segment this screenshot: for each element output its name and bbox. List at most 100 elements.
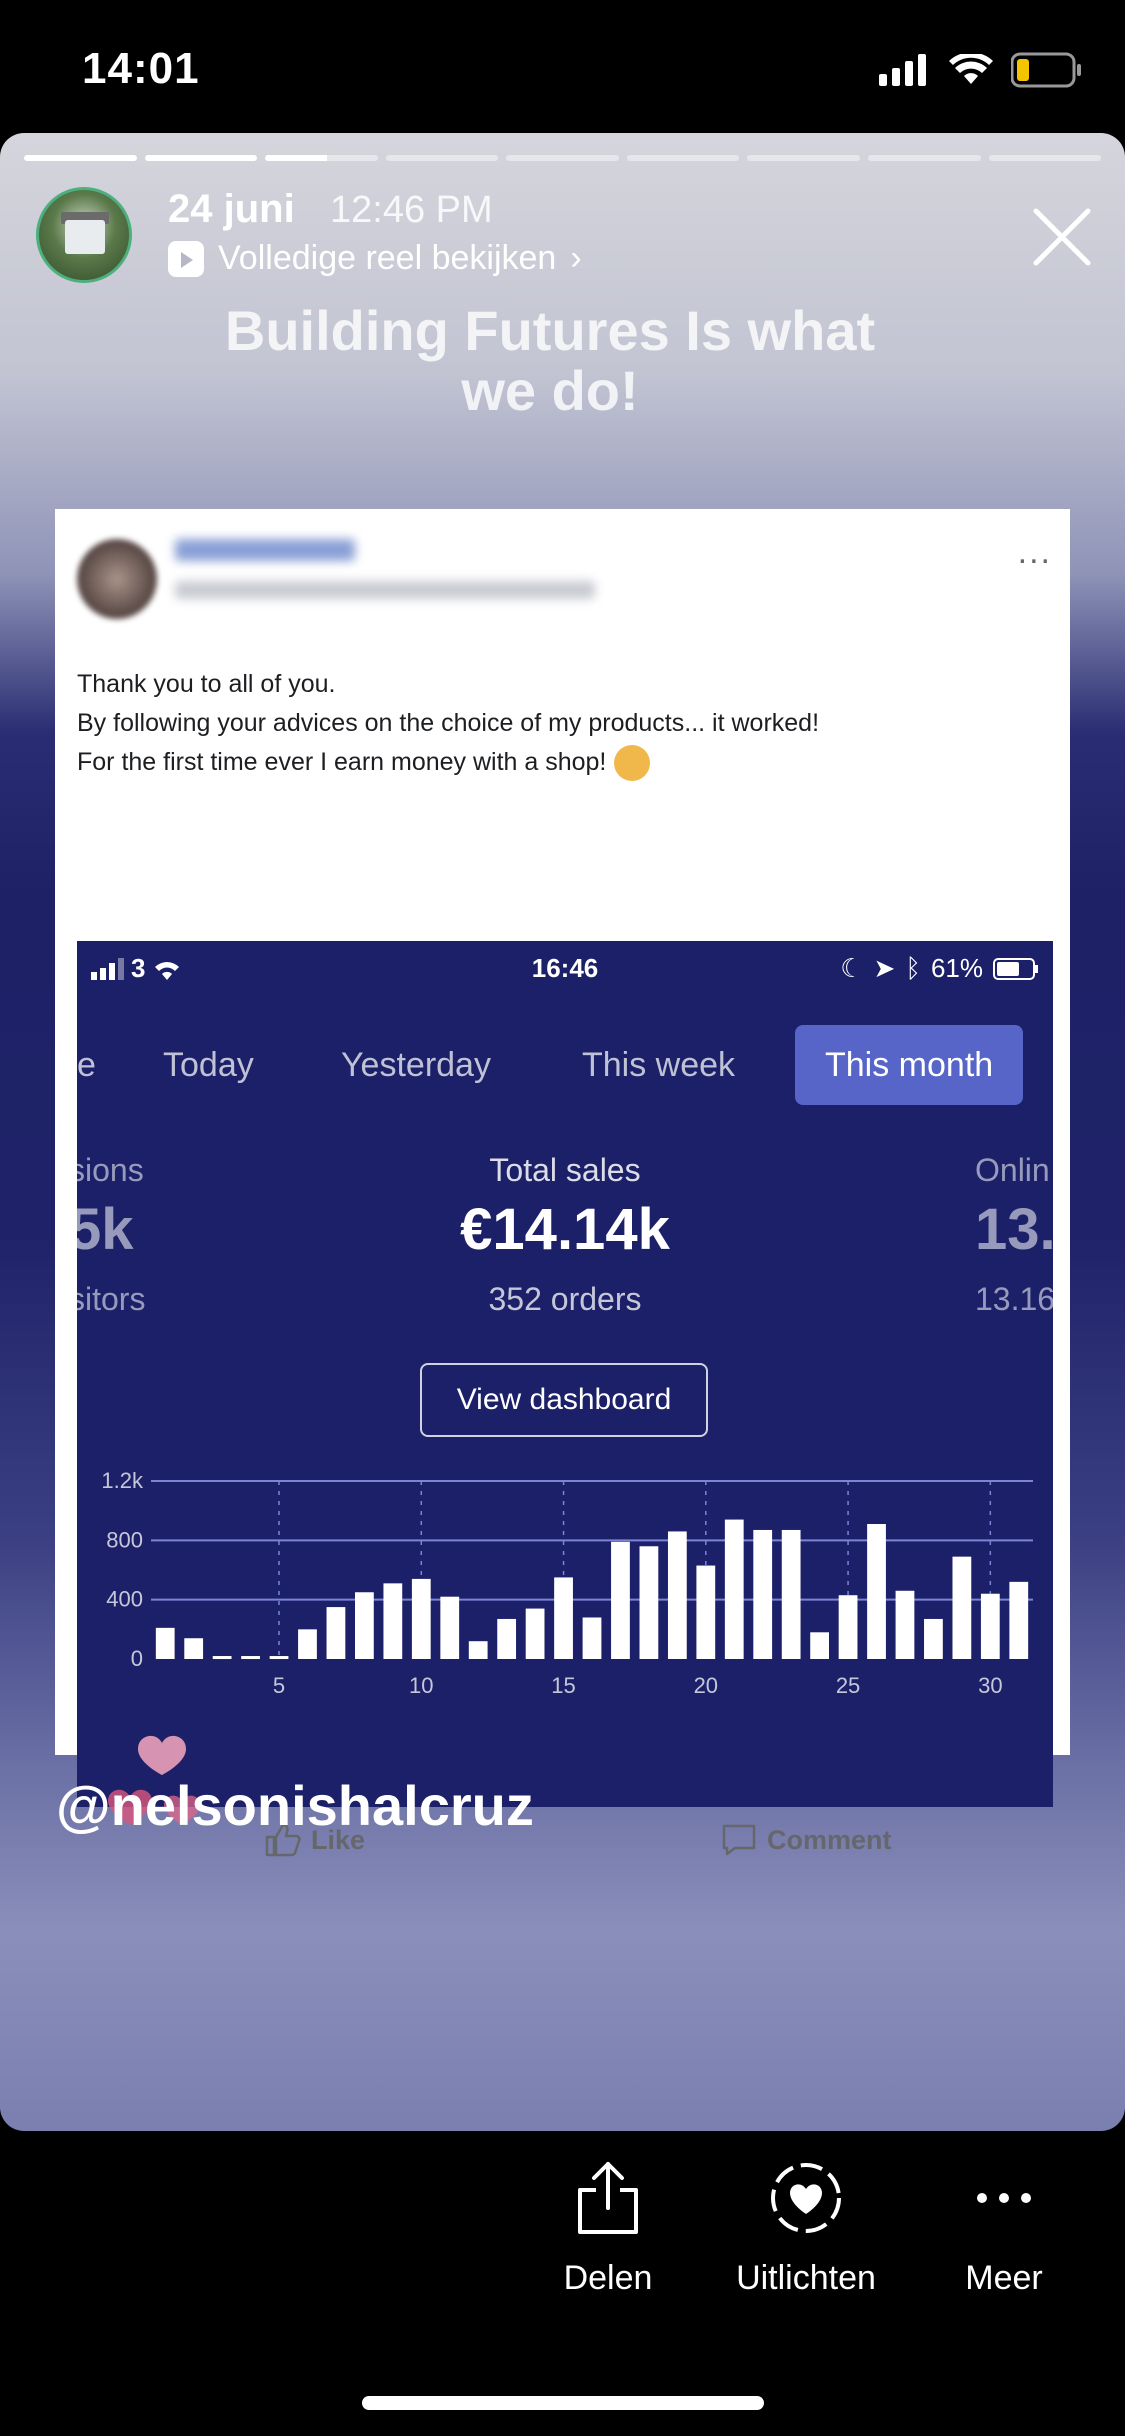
screenshot-moon-icon: ☾ [840,953,864,983]
progress-segment [747,155,860,161]
chevron-right-icon: › [570,239,582,277]
chart-bar [1009,1581,1029,1659]
headline-line-2: we do! [461,359,639,422]
story-time: 12:46 PM [330,189,493,231]
progress-segment [144,155,258,161]
x-tick-label: 5 [273,1673,285,1698]
more-button[interactable]: Meer [914,2160,1094,2298]
chart-bar [582,1617,602,1659]
y-tick-label: 800 [106,1527,143,1552]
home-indicator[interactable] [362,2396,764,2410]
y-tick-label: 1.2k [101,1468,144,1493]
chart-bar [952,1556,972,1659]
comment-icon [722,1824,756,1856]
chart-bar [810,1632,830,1659]
facebook-post: ... Thank you to all of you. By followin… [55,509,1070,1857]
progress-fill [265,155,328,161]
story-progress [24,155,1102,161]
post-text-line-3: For the first time ever I earn money wit… [77,743,819,782]
clapping-hands-icon [614,745,651,782]
tab-this-month: This month [795,1025,1024,1105]
chart-bar [724,1519,744,1659]
post-text-line-2: By following your advices on the choice … [77,709,820,737]
chart-bar [667,1531,687,1659]
progress-segment [265,155,378,161]
chart-bar [980,1593,1000,1659]
chart-bar [212,1656,232,1660]
chart-bar [696,1565,716,1659]
story-card[interactable]: 24 juni 12:46 PM Volledige reel bekijken… [0,133,1125,2131]
total-sales-label: Total sales [489,1152,641,1188]
total-sales-value: €14.14k [460,1197,670,1262]
share-button[interactable]: Delen [518,2160,698,2298]
x-tick-label: 30 [978,1673,1002,1698]
avatar-house [65,220,105,254]
chart-bar [611,1541,630,1659]
post-author-name [175,539,355,561]
chart-bar [241,1656,260,1660]
y-tick-label: 0 [131,1646,143,1671]
comment-label: Comment [767,1824,892,1855]
chart-bar [326,1607,346,1659]
post-text: Thank you to all of you. By following yo… [77,665,819,782]
chart-bar [924,1618,943,1659]
chart-bar [867,1524,886,1659]
tab-today: Today [163,1046,254,1084]
progress-segment [24,155,137,161]
tab-partial: e [77,1046,96,1084]
status-bar: 14:01 [0,0,1125,135]
date-range-tabs: e Today Yesterday This week This month [77,1025,1053,1105]
progress-segment [867,155,981,161]
highlight-button[interactable]: Uitlichten [716,2160,896,2298]
chart-bar [468,1641,488,1659]
view-full-reel-link[interactable]: Volledige reel bekijken › [168,239,582,278]
chart-bar [298,1629,317,1659]
progress-fill [144,155,258,161]
progress-segment [385,155,499,161]
screenshot-status-bar: 3 16:46 ☾ ➤ ᛒ 61% [77,941,1053,1001]
wifi-icon [949,54,993,84]
kpi-right-sub: 13.16 [975,1281,1053,1317]
kpi-right-label: Onlin [975,1152,1050,1188]
chart-bar [753,1529,773,1659]
x-tick-label: 15 [551,1673,575,1698]
x-tick-label: 10 [409,1673,433,1698]
share-label: Delen [563,2259,653,2297]
sales-screenshot: 3 16:46 ☾ ➤ ᛒ 61% e Today Yesterday This… [77,941,1053,1807]
mention-sticker[interactable]: @nelsonishalcruz [56,1773,534,1838]
share-icon [578,2162,638,2234]
comment-action: Comment [721,1823,892,1857]
progress-segment [506,155,619,161]
chart-bar [895,1590,915,1659]
close-icon[interactable] [1030,205,1094,269]
chart-bar [269,1656,289,1660]
orders-count: 352 orders [488,1281,642,1317]
battery-icon [1011,52,1081,88]
status-icons [879,50,1083,90]
status-time: 14:01 [82,44,200,93]
post-text-line-1: Thank you to all of you. [77,670,336,698]
x-tick-label: 25 [836,1673,860,1698]
view-dashboard-button: View dashboard [420,1363,708,1437]
bottom-action-bar: Delen Uitlichten Meer [0,2160,1125,2360]
screenshot-bluetooth-icon: ᛒ [905,953,921,983]
story-headline: Building Futures Is what we do! [0,301,1100,421]
highlight-label: Uitlichten [736,2259,876,2297]
chart-bar [525,1608,545,1659]
profile-avatar[interactable] [36,187,132,283]
headline-line-1: Building Futures Is what [224,299,876,362]
chart-bar [354,1592,374,1659]
reel-icon [168,240,204,277]
chart-bar [497,1618,517,1659]
reel-link-label: Volledige reel bekijken [218,239,557,277]
screenshot-location-icon: ➤ [873,953,896,983]
y-tick-label: 400 [106,1587,143,1612]
highlight-icon [771,2163,841,2233]
chart-bar [155,1627,175,1659]
post-author-avatar [77,539,157,619]
chart-bar [838,1595,858,1659]
chart-bar [383,1583,403,1659]
progress-segment [626,155,740,161]
screenshot-battery-icon [993,957,1038,980]
more-icon [977,2193,1031,2203]
